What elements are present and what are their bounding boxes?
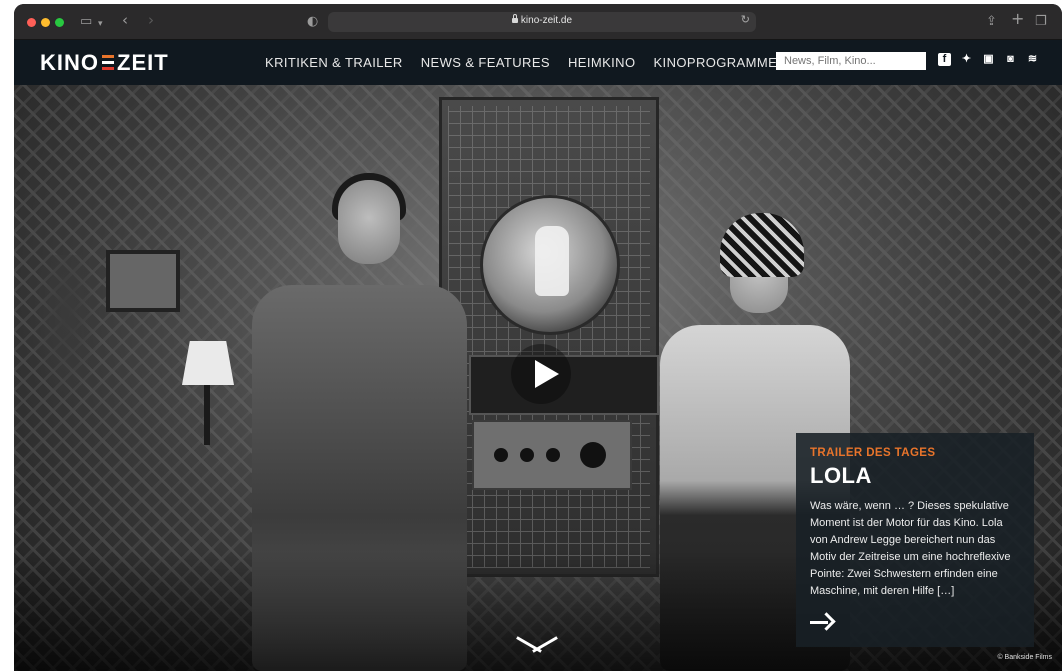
logo-mark-icon bbox=[102, 53, 114, 73]
nav-news-features[interactable]: NEWS & FEATURES bbox=[421, 55, 550, 70]
read-more-arrow-icon[interactable] bbox=[810, 613, 834, 631]
rss-icon[interactable]: ≋ bbox=[1026, 53, 1039, 66]
search-input[interactable] bbox=[776, 52, 926, 70]
nav-kritiken-trailer[interactable]: KRITIKEN & TRAILER bbox=[265, 55, 403, 70]
time-machine bbox=[439, 97, 659, 577]
image-credit: © Bankside Films bbox=[997, 654, 1052, 661]
feature-title[interactable]: LOLA bbox=[810, 463, 1020, 489]
feature-kicker: TRAILER DES TAGES bbox=[810, 447, 936, 459]
chevron-down-icon[interactable]: ▾ bbox=[98, 15, 103, 33]
url-display[interactable]: kino-zeit.de bbox=[328, 14, 756, 26]
main-nav: KRITIKEN & TRAILER NEWS & FEATURES HEIMK… bbox=[265, 55, 777, 70]
reload-icon[interactable]: ↻ bbox=[741, 13, 750, 26]
wall-picture bbox=[106, 250, 180, 312]
nav-heimkino[interactable]: HEIMKINO bbox=[568, 55, 635, 70]
back-icon[interactable]: ‹ bbox=[122, 11, 128, 29]
zoom-window-button[interactable] bbox=[55, 18, 64, 27]
trailer-feature-box[interactable]: TRAILER DES TAGES LOLA Was wäre, wenn … … bbox=[796, 433, 1034, 647]
tabs-overview-icon[interactable]: ❐ bbox=[1035, 13, 1047, 31]
site-header: KINO ZEIT KRITIKEN & TRAILER NEWS & FEAT… bbox=[14, 40, 1062, 85]
nav-kinoprogramme[interactable]: KINOPROGRAMME bbox=[653, 55, 777, 70]
screen-globe bbox=[480, 195, 620, 335]
scroll-down-chevron-icon[interactable] bbox=[514, 633, 560, 657]
hero-trailer-image[interactable]: TRAILER DES TAGES LOLA Was wäre, wenn … … bbox=[14, 85, 1062, 671]
browser-toolbar: ▭ ▾ ‹ › ◐ kino-zeit.de ↻ ⇪ + ❐ bbox=[14, 4, 1062, 40]
minimize-window-button[interactable] bbox=[41, 18, 50, 27]
feature-teaser: Was wäre, wenn … ? Dieses spekulative Mo… bbox=[810, 500, 1011, 597]
lamp-stand bbox=[204, 385, 210, 445]
browser-window: ▭ ▾ ‹ › ◐ kino-zeit.de ↻ ⇪ + ❐ KINO ZEIT… bbox=[14, 4, 1062, 671]
lock-icon bbox=[511, 14, 518, 23]
forward-icon[interactable]: › bbox=[148, 11, 154, 29]
social-links: f ✦ ▣ ◙ ≋ bbox=[938, 53, 1039, 66]
astronaut-figure bbox=[535, 226, 569, 296]
address-bar[interactable]: kino-zeit.de ↻ bbox=[328, 12, 756, 32]
share-icon[interactable]: ⇪ bbox=[986, 13, 997, 31]
twitter-icon[interactable]: ✦ bbox=[960, 53, 973, 66]
instagram-icon[interactable]: ◙ bbox=[1004, 53, 1017, 66]
site-logo[interactable]: KINO ZEIT bbox=[40, 50, 169, 76]
sidebar-icon[interactable]: ▭ bbox=[80, 13, 92, 31]
youtube-icon[interactable]: ▣ bbox=[982, 53, 995, 66]
privacy-shield-icon[interactable]: ◐ bbox=[307, 13, 318, 31]
lamp-shade bbox=[182, 341, 234, 385]
play-trailer-button[interactable] bbox=[511, 344, 571, 404]
close-window-button[interactable] bbox=[27, 18, 36, 27]
new-tab-icon[interactable]: + bbox=[1011, 10, 1024, 28]
facebook-icon[interactable]: f bbox=[938, 53, 951, 66]
house-plant bbox=[32, 255, 102, 405]
machine-console bbox=[472, 420, 632, 490]
